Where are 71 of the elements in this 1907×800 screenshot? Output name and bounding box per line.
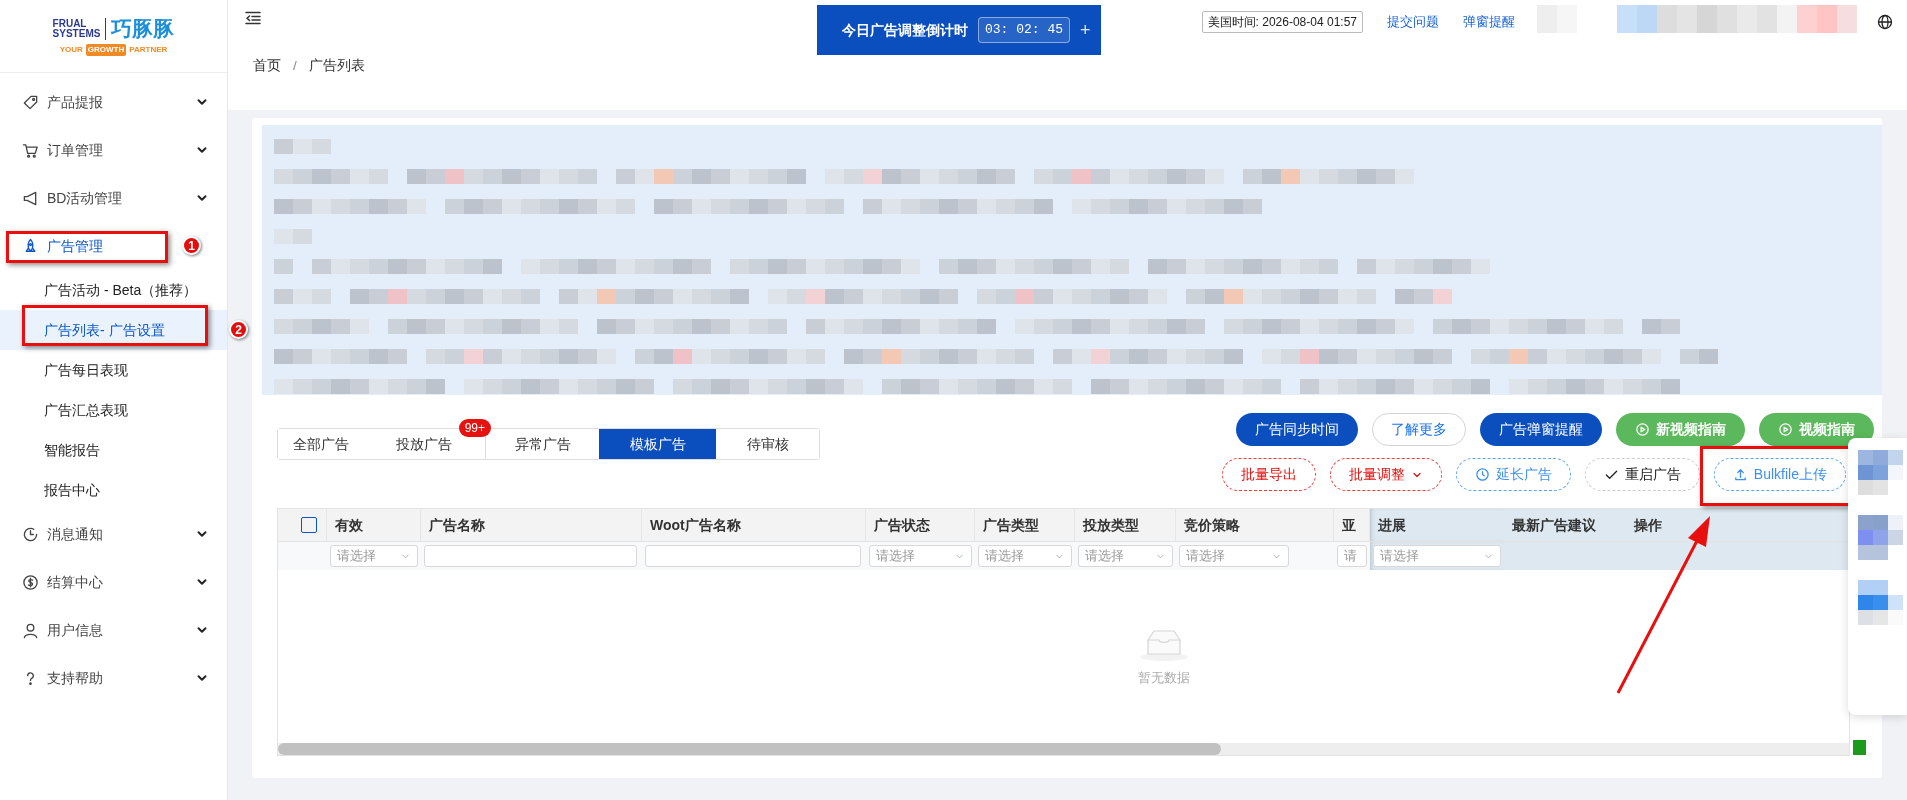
action-button[interactable]: 批量导出	[1221, 458, 1316, 491]
step-marker: 2	[229, 320, 248, 339]
step-marker: 1	[182, 236, 201, 255]
play-icon	[1778, 422, 1793, 437]
logo-text: FRUAL	[52, 18, 88, 29]
cart-icon	[22, 141, 39, 159]
filter-input[interactable]	[645, 545, 861, 567]
blurred-icon	[1858, 580, 1903, 625]
sidebar-item[interactable]: 消息通知	[0, 510, 227, 558]
logo-tagline: PARTNER	[129, 43, 168, 56]
select-all-checkbox[interactable]	[301, 517, 317, 533]
submenu-item[interactable]: 广告活动 - Beta（推荐）	[0, 270, 227, 310]
menu-fold-icon[interactable]	[245, 11, 261, 25]
sidebar-item[interactable]: 订单管理	[0, 126, 227, 174]
logo-tagline: GROWTH	[85, 43, 127, 56]
column-header: 广告名称	[421, 509, 642, 541]
clock-icon	[22, 525, 39, 543]
globe-icon[interactable]	[1877, 14, 1893, 30]
breadcrumb-separator: /	[293, 57, 297, 75]
column-header: 广告状态	[866, 509, 975, 541]
submenu-item[interactable]: 报告中心	[0, 470, 227, 510]
column-header: 操作	[1626, 509, 1849, 541]
action-button[interactable]: 批量调整	[1329, 458, 1442, 491]
submenu-item[interactable]: 广告每日表现	[0, 350, 227, 390]
count-badge: 99+	[458, 419, 491, 437]
filter-input[interactable]	[424, 545, 637, 567]
sidebar-item[interactable]: 用户信息	[0, 606, 227, 654]
countdown-label: 今日广告调整倒计时	[842, 20, 968, 40]
blurred-text	[274, 139, 331, 154]
column-header: 广告类型	[975, 509, 1075, 541]
us-time: 美国时间: 2026-08-04 01:57	[1201, 11, 1363, 33]
logo-text: SYSTEMS	[52, 28, 101, 39]
blurred-text	[274, 229, 312, 244]
megaphone-icon	[22, 189, 39, 207]
sidebar-item[interactable]: 支持帮助	[0, 654, 227, 702]
empty-text: 暂无数据	[1137, 668, 1190, 687]
column-header: Woot广告名称	[642, 509, 866, 541]
sidebar-item[interactable]: 广告管理 1	[0, 222, 227, 270]
column-header: 有效	[327, 509, 421, 541]
tag-icon	[22, 93, 39, 111]
logo-tagline: YOUR	[59, 43, 83, 56]
user-icon	[22, 621, 39, 639]
countdown-timer: 03: 02: 45	[978, 17, 1070, 43]
sidebar-item[interactable]: 产品提报	[0, 78, 227, 126]
scrollbar[interactable]	[278, 743, 1849, 755]
submenu-item[interactable]: 广告汇总表现	[0, 390, 227, 430]
upload-icon	[1732, 467, 1748, 482]
submenu-item[interactable]: 智能报告	[0, 430, 227, 470]
tab[interactable]: 模板广告	[599, 429, 716, 459]
header-link[interactable]: 弹窗提醒	[1463, 12, 1515, 32]
blurred-icon	[1858, 515, 1903, 560]
action-button[interactable]: 广告同步时间	[1236, 413, 1358, 446]
sidebar-item[interactable]: BD活动管理	[0, 174, 227, 222]
breadcrumb-item[interactable]: 首页	[253, 56, 281, 110]
column-header: 投放类型	[1075, 509, 1176, 541]
column-header: 竞价策略	[1176, 509, 1334, 541]
header-link[interactable]: 提交问题	[1387, 12, 1439, 32]
sidebar-item[interactable]: 结算中心	[0, 558, 227, 606]
clock-icon	[1474, 467, 1490, 482]
action-button[interactable]: 广告弹窗提醒	[1480, 413, 1602, 446]
dollar-icon	[22, 573, 39, 591]
logo-text: 巧豚豚	[111, 16, 175, 41]
action-button[interactable]: 了解更多	[1372, 413, 1466, 446]
action-button[interactable]: 重启广告	[1584, 458, 1700, 491]
status-square	[1853, 740, 1866, 755]
add-button[interactable]: +	[1080, 16, 1091, 44]
column-header: 进展	[1370, 509, 1504, 541]
current-page-label: 广告列表	[308, 57, 365, 75]
play-icon	[1635, 422, 1650, 437]
blurred-icon	[1858, 450, 1903, 495]
column-header: 最新广告建议	[1504, 509, 1626, 541]
